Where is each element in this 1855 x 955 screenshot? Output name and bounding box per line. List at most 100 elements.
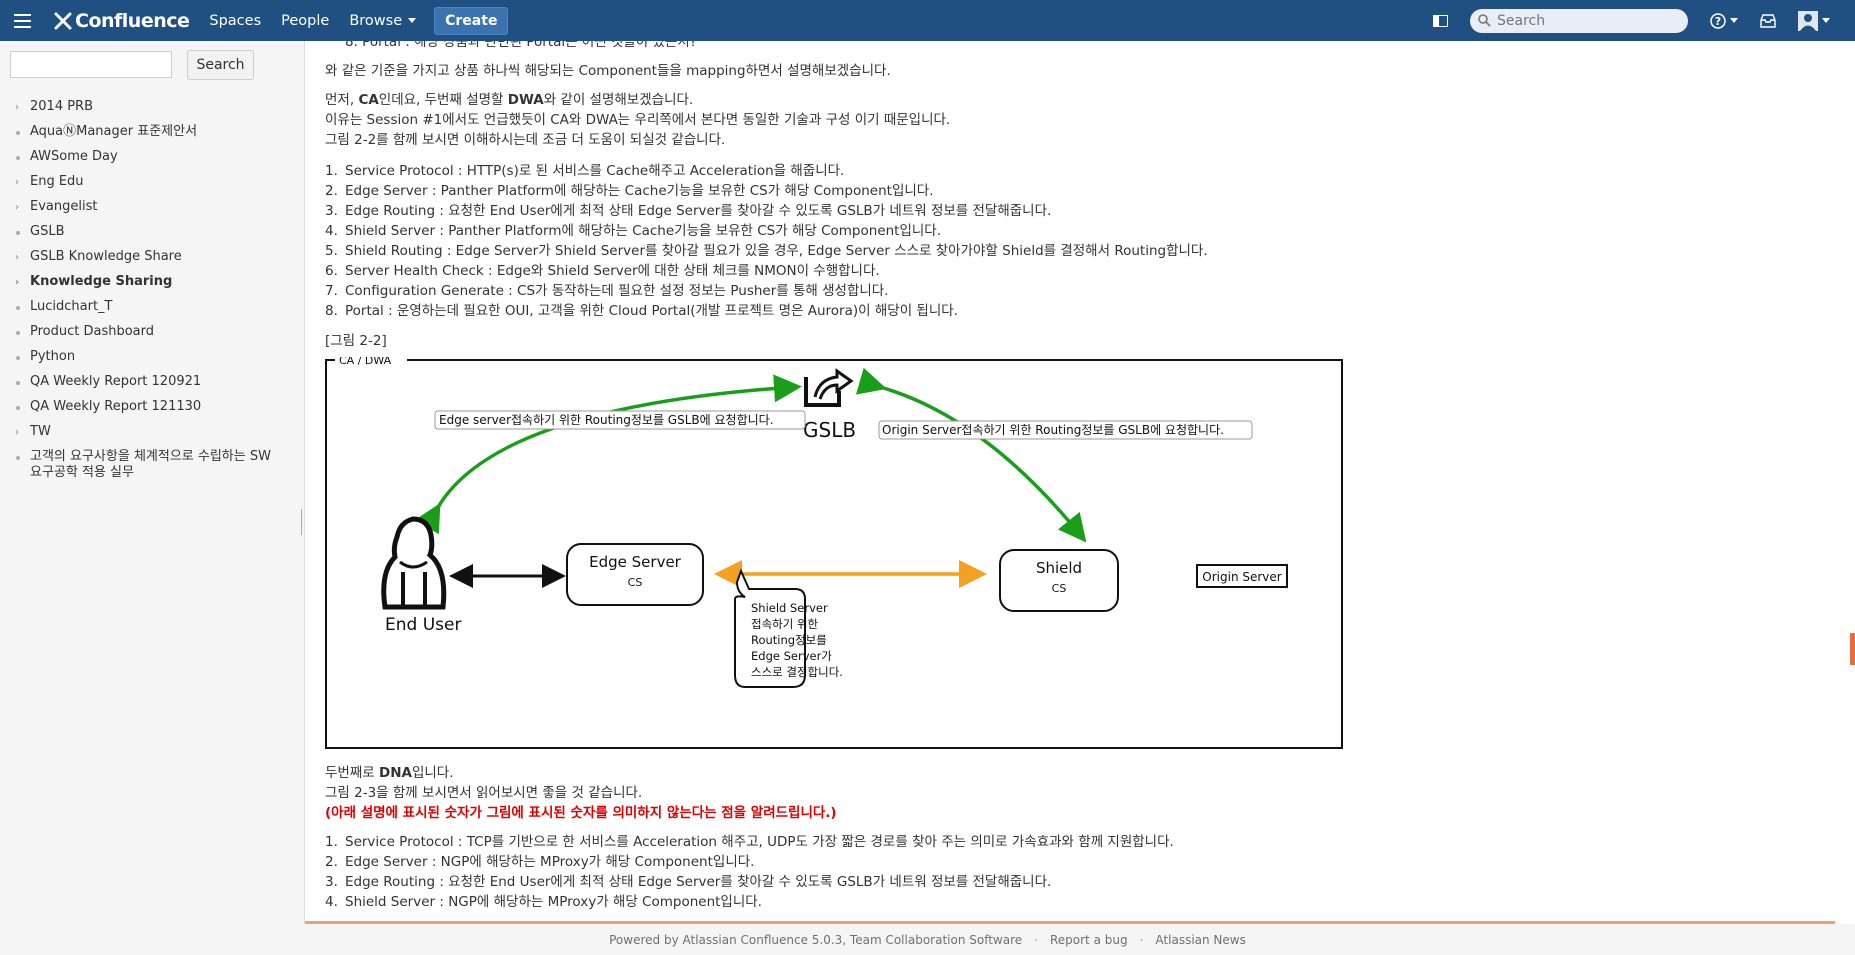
sidebar-tree-item-label[interactable]: Evangelist xyxy=(30,199,97,214)
sidebar-tree-item[interactable]: › Eng Edu xyxy=(0,174,280,190)
page-content: 8. Portal : 해당 상품과 관련된 Portal은 어떤 것들이 있는… xyxy=(305,41,1850,921)
nav-people[interactable]: People xyxy=(281,13,329,29)
ca-paragraph: 먼저, CA인데요, 두번째 설명할 DWA와 같이 설명해보겠습니다. 이유는… xyxy=(325,92,951,148)
list-item: 6. Server Health Check : Edge와 Shield Ser… xyxy=(325,263,880,279)
sidebar-tree-item[interactable]: QA Weekly Report 120921 xyxy=(0,374,280,390)
svg-text:CS: CS xyxy=(1052,582,1067,595)
footer-powered-by: Powered by Atlassian Confluence 5.0.3, T… xyxy=(609,932,1023,947)
space-sidebar: Search › 2014 PRB AquaⓃManager 표준제안서 AWSome… xyxy=(0,41,306,924)
expand-chevron-icon[interactable]: › xyxy=(15,250,19,266)
svg-text:Routing정보를: Routing정보를 xyxy=(751,633,827,647)
sidebar-tree-item[interactable]: Python xyxy=(0,349,280,365)
sidebar-tree-item-label[interactable]: TW xyxy=(30,424,51,439)
partial-list-item: 8. Portal : 해당 상품과 관련된 Portal은 어떤 것들이 있는… xyxy=(345,41,697,50)
bullet-icon xyxy=(16,406,20,410)
bullet-icon xyxy=(16,381,20,385)
header-search[interactable] xyxy=(1470,8,1688,33)
svg-text:접속하기 위한: 접속하기 위한 xyxy=(751,617,819,631)
nav-browse[interactable]: Browse xyxy=(349,13,416,29)
sidebar-tree-item-label[interactable]: AWSome Day xyxy=(30,149,118,164)
confluence-logo[interactable]: Confluence xyxy=(54,9,190,32)
figure-caption: [그림 2-2] xyxy=(325,333,387,349)
sidebar-tree-item[interactable]: › TW xyxy=(0,424,280,440)
sidebar-tree-item-label[interactable]: Knowledge Sharing xyxy=(30,274,172,289)
page-tree: › 2014 PRB AquaⓃManager 표준제안서 AWSome Day › En… xyxy=(0,99,300,490)
menu-icon[interactable] xyxy=(14,0,42,41)
list-item: 7. Configuration Generate : CS가 동작하는데 필요한… xyxy=(325,283,889,299)
footer-news-link[interactable]: Atlassian News xyxy=(1155,933,1245,947)
footer-report-bug-link[interactable]: Report a bug xyxy=(1050,933,1128,947)
list-item: 1. Service Protocol : HTTP(s)로 된 서비스를 Cac… xyxy=(325,163,845,179)
create-button[interactable]: Create xyxy=(434,6,509,35)
list-item: 8. Portal : 운영하는데 필요한 OUI, 고객을 위한 Cloud P… xyxy=(325,303,958,319)
header-right-tools: ? xyxy=(1411,0,1855,41)
sidebar-toggle-icon[interactable] xyxy=(1433,14,1448,27)
sidebar-tree-item[interactable]: QA Weekly Report 121130 xyxy=(0,399,280,415)
sidebar-tree-item-label[interactable]: 고객의 요구사항을 체계적으로 수립하는 SW 요구공학 적용 실무 xyxy=(30,449,271,480)
top-navigation-bar: Confluence Spaces People Browse Create ? xyxy=(0,0,1855,41)
bullet-icon xyxy=(16,356,20,360)
sidebar-tree-item-label[interactable]: QA Weekly Report 121130 xyxy=(30,399,201,414)
bullet-icon xyxy=(16,231,20,235)
bullet-icon xyxy=(16,456,20,460)
frame-label: CA / DWA xyxy=(339,357,392,367)
sidebar-tree-item[interactable]: AquaⓃManager 표준제안서 xyxy=(0,124,280,140)
bullet-icon xyxy=(16,131,20,135)
sidebar-tree-item-label[interactable]: Product Dashboard xyxy=(30,324,154,339)
svg-text:?: ? xyxy=(1715,15,1721,28)
sidebar-tree-item-label[interactable]: Python xyxy=(30,349,75,364)
dna-component-list: 1. Service Protocol : TCP를 기반으로 한 서비스를 Ac… xyxy=(325,832,1174,912)
gslb-label: GSLB xyxy=(803,418,856,442)
logo-text: Confluence xyxy=(75,9,190,32)
sidebar-tree-item-label[interactable]: Eng Edu xyxy=(30,174,84,189)
sidebar-tree-item[interactable]: Lucidchart_T xyxy=(0,299,280,315)
end-user-label: End User xyxy=(385,615,461,635)
bullet-icon xyxy=(16,306,20,310)
sidebar-search-input[interactable] xyxy=(10,51,172,78)
list-item: 3. Edge Routing : 요청한 End User에게 최적 상태 Ed… xyxy=(325,203,1052,219)
sidebar-tree-item[interactable]: › Knowledge Sharing xyxy=(0,274,280,290)
sidebar-tree-item[interactable]: GSLB xyxy=(0,224,280,240)
svg-text:Shield Server: Shield Server xyxy=(751,601,828,615)
page-footer: Powered by Atlassian Confluence 5.0.3, T… xyxy=(0,924,1855,955)
bullet-icon xyxy=(16,331,20,335)
bullet-icon xyxy=(16,156,20,160)
sidebar-tree-item[interactable]: › GSLB Knowledge Share xyxy=(0,249,280,265)
sidebar-search-button[interactable]: Search xyxy=(187,50,254,80)
dna-warning-note: (아래 설명에 표시된 숫자가 그림에 표시된 숫자를 의미하지 않는다는 점을… xyxy=(325,805,837,821)
list-item: 2. Edge Server : NGP에 해당하는 MProxy가 해당 Com… xyxy=(325,854,755,870)
svg-text:Edge Server: Edge Server xyxy=(589,553,682,571)
expand-chevron-icon[interactable]: › xyxy=(15,175,19,191)
help-icon[interactable]: ? xyxy=(1710,12,1738,29)
notifications-icon[interactable] xyxy=(1760,13,1776,28)
expand-chevron-icon[interactable]: › xyxy=(15,200,19,216)
list-item: 3. Edge Routing : 요청한 End User에게 최적 상태 Ed… xyxy=(325,874,1052,890)
expand-chevron-icon[interactable]: › xyxy=(15,275,19,291)
expand-chevron-icon[interactable]: › xyxy=(15,425,19,441)
list-item: 4. Shield Server : NGP에 해당하는 MProxy가 해당 C… xyxy=(325,894,762,910)
dna-paragraph: 두번째로 DNA입니다. 그림 2-3을 함께 보시면서 읽어보시면 좋을 것 … xyxy=(325,765,837,821)
sidebar-tree-item-label[interactable]: QA Weekly Report 120921 xyxy=(30,374,201,389)
sidebar-tree-item-label[interactable]: 2014 PRB xyxy=(30,99,93,114)
confluence-x-icon xyxy=(54,12,72,29)
expand-chevron-icon[interactable]: › xyxy=(15,100,19,116)
search-icon xyxy=(1478,14,1491,27)
sidebar-tree-item-label[interactable]: GSLB xyxy=(30,224,65,239)
user-avatar-icon[interactable] xyxy=(1798,10,1830,31)
header-search-input[interactable] xyxy=(1495,11,1679,30)
svg-text:Origin Server: Origin Server xyxy=(1202,570,1282,584)
sidebar-tree-item[interactable]: 고객의 요구사항을 체계적으로 수립하는 SW 요구공학 적용 실무 xyxy=(0,449,280,481)
sidebar-tree-item[interactable]: › Evangelist xyxy=(0,199,280,215)
sidebar-tree-item-label[interactable]: Lucidchart_T xyxy=(30,299,113,314)
sidebar-tree-item[interactable]: AWSome Day xyxy=(0,149,280,165)
sidebar-tree-item-label[interactable]: GSLB Knowledge Share xyxy=(30,249,182,264)
list-item: 5. Shield Routing : Edge Server가 Shield S… xyxy=(325,243,1208,259)
list-item: 2. Edge Server : Panther Platform에 해당하는 C… xyxy=(325,183,934,199)
sidebar-tree-item-label[interactable]: AquaⓃManager 표준제안서 xyxy=(30,124,197,139)
svg-text:Shield: Shield xyxy=(1036,559,1082,577)
sidebar-tree-item[interactable]: › 2014 PRB xyxy=(0,99,280,115)
ca-component-list: 1. Service Protocol : HTTP(s)로 된 서비스를 Cac… xyxy=(325,161,1208,321)
sidebar-tree-item[interactable]: Product Dashboard xyxy=(0,324,280,340)
nav-spaces[interactable]: Spaces xyxy=(209,13,261,29)
scrollbar-thumb[interactable] xyxy=(1850,633,1855,665)
